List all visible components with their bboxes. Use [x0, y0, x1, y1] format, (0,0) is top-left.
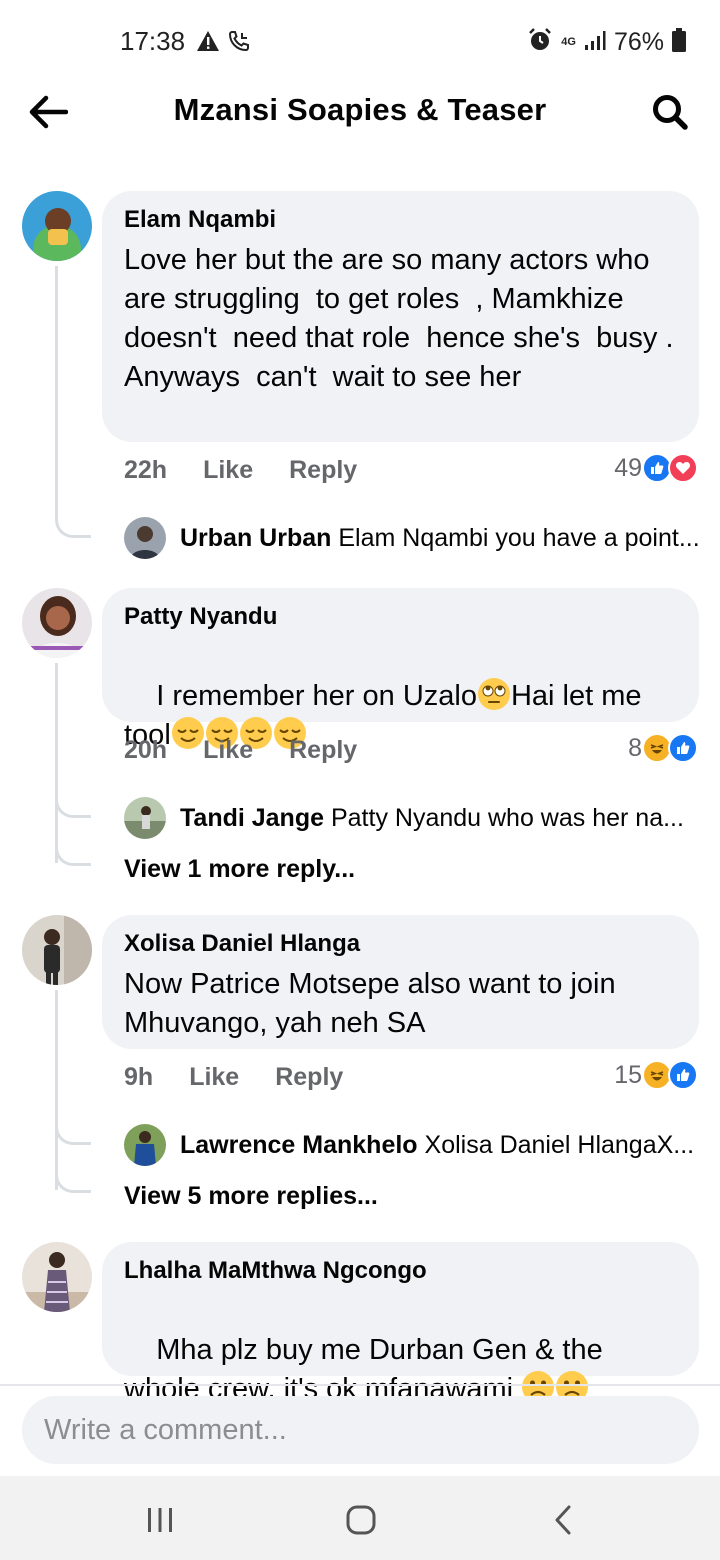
- avatar[interactable]: [22, 1242, 92, 1312]
- back-nav-button[interactable]: [543, 1502, 583, 1538]
- comment-bubble[interactable]: Xolisa Daniel Hlanga Now Patrice Motsepe…: [102, 915, 699, 1049]
- recent-apps-button[interactable]: [140, 1502, 180, 1538]
- like-icon: [668, 733, 698, 763]
- face-with-rolling-eyes-emoji: [477, 678, 510, 710]
- comment-author[interactable]: Patty Nyandu: [124, 602, 677, 632]
- thread-connector: [55, 514, 91, 538]
- composer-divider: [0, 1384, 720, 1386]
- thread-line: [55, 266, 58, 516]
- thread-line: [55, 663, 58, 863]
- chevron-left-icon: [555, 1505, 571, 1535]
- thread-connector: [55, 1121, 91, 1145]
- reply-body: Patty Nyandu who was her na...: [330, 803, 684, 832]
- reply-button[interactable]: Reply: [275, 1063, 343, 1092]
- search-icon: [653, 95, 688, 130]
- battery-icon: [672, 27, 686, 57]
- comment-composer[interactable]: [22, 1396, 699, 1464]
- thread-connector: [55, 1169, 91, 1193]
- status-bar: 17:38 4G 76%: [0, 0, 720, 78]
- comment-actions: 22h Like Reply: [124, 452, 357, 488]
- recent-apps-icon: [148, 1508, 172, 1532]
- thread-connector: [55, 842, 91, 866]
- avatar[interactable]: [22, 915, 92, 985]
- thread-line: [55, 990, 58, 1190]
- comment-author[interactable]: Xolisa Daniel Hlanga: [124, 929, 677, 959]
- comment-text: Now Patrice Motsepe also want to join Mh…: [124, 968, 624, 1039]
- status-time: 17:38: [120, 26, 186, 56]
- avatar: [124, 1124, 166, 1166]
- search-button[interactable]: [646, 88, 694, 136]
- reaction-count: 49: [614, 453, 642, 482]
- battery-percent: 76%: [613, 27, 664, 56]
- home-button[interactable]: [341, 1502, 381, 1538]
- comment-input[interactable]: [44, 1413, 699, 1447]
- reply-button[interactable]: Reply: [289, 456, 357, 485]
- page-title: Mzansi Soapies & Teaser: [173, 92, 547, 127]
- avatar[interactable]: [22, 588, 92, 658]
- reply-body: Xolisa Daniel HlangaX...: [424, 1130, 695, 1159]
- comment-bubble[interactable]: Patty Nyandu I remember her on Uzalo Hai …: [102, 588, 699, 751]
- reaction-summary[interactable]: 8: [628, 730, 698, 766]
- reply-author: Urban Urban: [180, 523, 332, 552]
- comment-time: 20h: [124, 735, 168, 764]
- app-header: Mzansi Soapies & Teaser: [0, 78, 720, 148]
- like-icon: [668, 1060, 698, 1090]
- comment-text: I remember her on Uzalo Hai let me tool: [124, 638, 677, 794]
- reply-snippet: Tandi Jange Patty Nyandu who was her na.…: [180, 804, 684, 833]
- comment-time: 22h: [124, 455, 168, 484]
- reply-preview[interactable]: Lawrence Mankhelo Xolisa Daniel HlangaX.…: [124, 1124, 704, 1166]
- like-button[interactable]: Like: [189, 1063, 239, 1092]
- alarm-icon: [527, 27, 553, 58]
- signal-icon: [584, 29, 606, 56]
- reaction-summary[interactable]: 15: [614, 1057, 698, 1093]
- view-more-replies-button[interactable]: View 1 more reply...: [124, 855, 355, 884]
- reaction-count: 8: [628, 733, 642, 762]
- reply-author: Tandi Jange: [180, 803, 325, 832]
- reply-button[interactable]: Reply: [289, 736, 357, 765]
- reply-preview[interactable]: Urban Urban Elam Nqambi you have a point…: [124, 517, 704, 559]
- view-more-replies-button[interactable]: View 5 more replies...: [124, 1182, 378, 1211]
- like-button[interactable]: Like: [203, 456, 253, 485]
- love-icon: [668, 453, 698, 483]
- reply-snippet: Lawrence Mankhelo Xolisa Daniel HlangaX.…: [180, 1131, 694, 1160]
- comment-author[interactable]: Elam Nqambi: [124, 205, 677, 235]
- reply-body: Elam Nqambi you have a point...: [338, 523, 700, 552]
- reply-preview[interactable]: Tandi Jange Patty Nyandu who was her na.…: [124, 797, 704, 839]
- comment-text-part: I remember her on Uzalo: [156, 680, 477, 712]
- comment-bubble[interactable]: Lhalha MaMthwa Ngcongo Mha plz buy me Du…: [102, 1242, 699, 1405]
- comment-text: Love her but the are so many actors who …: [124, 244, 681, 393]
- home-icon: [346, 1505, 376, 1535]
- comment-bubble[interactable]: Elam Nqambi Love her but the are so many…: [102, 191, 699, 442]
- comment-actions: 9h Like Reply: [124, 1059, 343, 1095]
- wifi-call-icon: [228, 30, 250, 52]
- status-indicators: 4G 76%: [527, 26, 686, 58]
- comment-actions: 20h Like Reply: [124, 732, 357, 768]
- reaction-count: 15: [614, 1060, 642, 1089]
- avatar: [124, 517, 166, 559]
- like-button[interactable]: Like: [203, 736, 253, 765]
- comment-author[interactable]: Lhalha MaMthwa Ngcongo: [124, 1256, 677, 1286]
- avatar: [124, 797, 166, 839]
- comment-time: 9h: [124, 1062, 154, 1091]
- reaction-summary[interactable]: 49: [614, 450, 698, 486]
- system-nav-bar: [0, 1476, 720, 1560]
- thread-connector: [55, 794, 91, 818]
- network-label: 4G: [561, 35, 576, 48]
- reply-author: Lawrence Mankhelo: [180, 1130, 418, 1159]
- reply-snippet: Urban Urban Elam Nqambi you have a point…: [180, 524, 700, 553]
- avatar[interactable]: [22, 191, 92, 261]
- warning-icon: [196, 30, 220, 52]
